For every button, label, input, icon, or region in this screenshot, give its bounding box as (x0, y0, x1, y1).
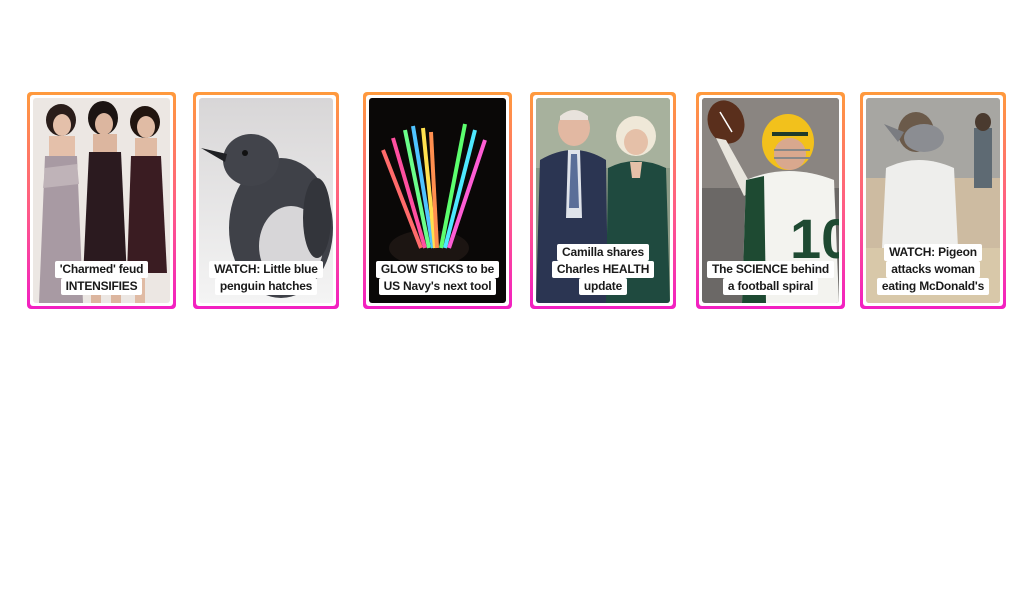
story-thumbnail-football: 10 The SCIENCE behind a football spiral (702, 98, 839, 303)
story-caption: Camilla shares Charles HEALTH update (536, 244, 670, 295)
story-card-pigeon-attack[interactable]: WATCH: Pigeon attacks woman eating McDon… (860, 92, 1006, 309)
caption-line: attacks woman (886, 261, 980, 278)
story-card-frame: 'Charmed' feud INTENSIFIES (30, 95, 173, 306)
story-thumbnail-pigeon: WATCH: Pigeon attacks woman eating McDon… (866, 98, 1000, 303)
story-thumbnail-camilla-charles: Camilla shares Charles HEALTH update (536, 98, 670, 303)
story-caption: GLOW STICKS to be US Navy's next tool (369, 261, 506, 295)
caption-line: update (578, 278, 628, 295)
caption-line: WATCH: Pigeon (884, 244, 982, 261)
caption-line: penguin hatches (214, 278, 318, 295)
story-caption: WATCH: Little blue penguin hatches (199, 261, 333, 295)
story-card-charmed-feud[interactable]: 'Charmed' feud INTENSIFIES (27, 92, 176, 309)
story-card-frame: Camilla shares Charles HEALTH update (533, 95, 673, 306)
caption-line: a football spiral (722, 278, 819, 295)
caption-line: eating McDonald's (876, 278, 990, 295)
story-card-glow-sticks[interactable]: GLOW STICKS to be US Navy's next tool (363, 92, 512, 309)
story-card-frame: GLOW STICKS to be US Navy's next tool (366, 95, 509, 306)
story-carousel: 'Charmed' feud INTENSIFIES WATCH: Little… (0, 0, 1024, 600)
story-caption: WATCH: Pigeon attacks woman eating McDon… (866, 244, 1000, 295)
story-card-frame: WATCH: Little blue penguin hatches (196, 95, 336, 306)
story-thumbnail-penguin: WATCH: Little blue penguin hatches (199, 98, 333, 303)
caption-line: Charles HEALTH (551, 261, 655, 278)
story-thumbnail-charmed: 'Charmed' feud INTENSIFIES (33, 98, 170, 303)
caption-line: US Navy's next tool (378, 278, 497, 295)
caption-line: INTENSIFIES (60, 278, 143, 295)
caption-line: The SCIENCE behind (706, 261, 835, 278)
story-card-frame: WATCH: Pigeon attacks woman eating McDon… (863, 95, 1003, 306)
story-caption: 'Charmed' feud INTENSIFIES (33, 261, 170, 295)
story-thumbnail-glow-sticks: GLOW STICKS to be US Navy's next tool (369, 98, 506, 303)
caption-line: WATCH: Little blue (209, 261, 323, 278)
story-caption: The SCIENCE behind a football spiral (702, 261, 839, 295)
story-card-camilla-charles[interactable]: Camilla shares Charles HEALTH update (530, 92, 676, 309)
caption-line: GLOW STICKS to be (375, 261, 500, 278)
story-card-penguin-hatches[interactable]: WATCH: Little blue penguin hatches (193, 92, 339, 309)
story-card-frame: 10 The SCIENCE behind a football spiral (699, 95, 842, 306)
story-card-football-spiral[interactable]: 10 The SCIENCE behind a football spiral (696, 92, 845, 309)
caption-line: Camilla shares (557, 244, 649, 261)
caption-line: 'Charmed' feud (54, 261, 149, 278)
